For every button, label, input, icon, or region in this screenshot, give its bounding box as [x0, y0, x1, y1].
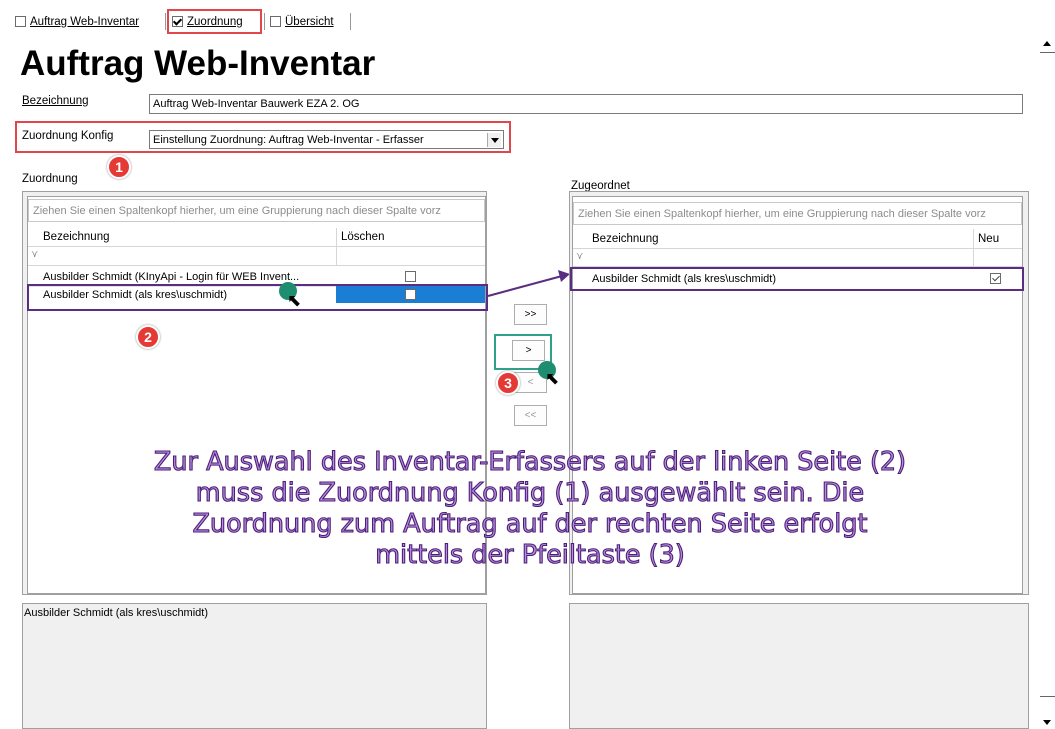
tab-auftrag-web-inventar[interactable]: Auftrag Web-Inventar — [15, 12, 139, 31]
right-filter-row[interactable]: ⋎ — [573, 249, 1022, 267]
left-detail-panel — [22, 603, 487, 729]
highlight-tab-zuordnung — [167, 9, 262, 34]
left-column-loeschen[interactable]: Löschen — [341, 231, 384, 243]
vertical-scrollbar[interactable] — [1040, 36, 1055, 729]
annotation-text: Zur Auswahl des Inventar-Erfassers auf d… — [153, 446, 907, 570]
move-all-right-button[interactable]: >> — [514, 304, 547, 325]
scroll-up-icon[interactable] — [1043, 41, 1051, 46]
highlight-right-row — [570, 267, 1024, 291]
badge-1: 1 — [107, 155, 131, 179]
delete-checkbox[interactable] — [405, 271, 416, 282]
right-column-bezeichnung[interactable]: Bezeichnung — [592, 233, 659, 245]
badge-2: 2 — [136, 325, 160, 349]
right-group-hint[interactable]: Ziehen Sie einen Spaltenkopf hierher, um… — [573, 202, 1022, 225]
badge-3: 3 — [496, 371, 520, 395]
tab-bar: Auftrag Web-Inventar Zuordnung Übersicht — [0, 0, 1055, 36]
left-detail-text: Ausbilder Schmidt (als kres\uschmidt) — [24, 607, 209, 619]
left-column-bezeichnung[interactable]: Bezeichnung — [43, 231, 110, 243]
bezeichnung-label: Bezeichnung — [22, 95, 89, 107]
cursor-icon: ⬉ — [545, 369, 560, 388]
arrow-annotation — [487, 270, 570, 297]
left-filter-row[interactable]: ⋎ — [28, 247, 485, 266]
tab-label: Übersicht — [285, 15, 334, 28]
dropdown-button[interactable] — [487, 133, 501, 147]
left-group-hint[interactable]: Ziehen Sie einen Spaltenkopf hierher, um… — [28, 199, 485, 222]
page-title: Auftrag Web-Inventar — [20, 44, 376, 83]
right-detail-panel — [569, 603, 1029, 729]
move-all-left-button[interactable]: << — [514, 405, 547, 426]
cursor-icon: ⬉ — [287, 291, 302, 310]
filter-icon[interactable]: ⋎ — [576, 251, 583, 262]
tab-checkbox[interactable] — [270, 16, 281, 27]
zuordnung-konfig-select[interactable]: Einstellung Zuordnung: Auftrag Web-Inven… — [149, 130, 504, 149]
tab-uebersicht[interactable]: Übersicht — [270, 12, 334, 31]
zuordnung-section-label: Zuordnung — [22, 173, 78, 185]
filter-icon[interactable]: ⋎ — [31, 249, 38, 260]
right-column-neu[interactable]: Neu — [978, 233, 999, 245]
chevron-down-icon — [491, 138, 499, 143]
bezeichnung-field[interactable]: Auftrag Web-Inventar Bauwerk EZA 2. OG — [149, 94, 1023, 114]
zuordnung-konfig-value: Einstellung Zuordnung: Auftrag Web-Inven… — [153, 134, 424, 146]
zuordnung-konfig-label: Zuordnung Konfig — [22, 130, 114, 142]
tab-checkbox[interactable] — [15, 16, 26, 27]
scroll-down-icon[interactable] — [1043, 720, 1051, 725]
highlight-left-row — [27, 284, 488, 311]
tab-label: Auftrag Web-Inventar — [30, 15, 140, 28]
